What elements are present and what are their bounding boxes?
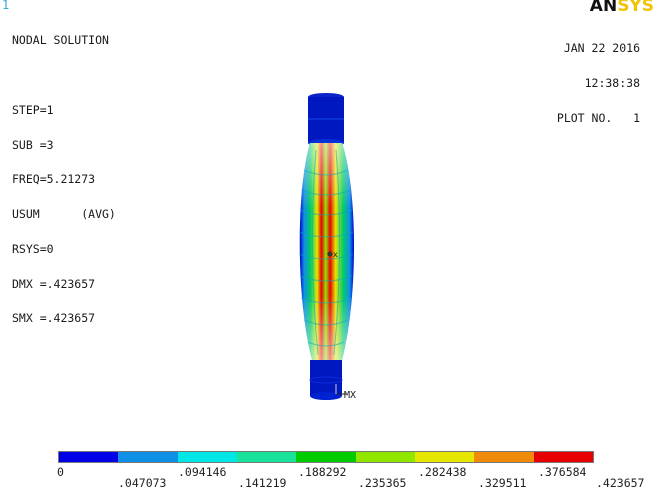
deformed-body: x [298, 143, 354, 360]
legend-tick: .282438 [418, 465, 467, 479]
legend-tick: 0 [57, 465, 64, 479]
legend-band-8 [474, 452, 534, 462]
fea-model-viewport[interactable]: x MX [0, 0, 658, 492]
legend-tick: .141219 [238, 476, 287, 490]
legend-tick: .047073 [118, 476, 167, 490]
legend-tick: .235365 [358, 476, 407, 490]
shaft-top-segment [308, 93, 344, 147]
legend-band-4 [236, 452, 297, 462]
legend-band-3 [177, 452, 237, 462]
legend-band-9 [533, 452, 593, 462]
legend-band-5 [296, 452, 356, 462]
legend-band-6 [355, 452, 415, 462]
legend-band-1 [59, 452, 119, 462]
legend-tick: .329511 [478, 476, 527, 490]
legend-band-7 [414, 452, 475, 462]
legend-tick: .423657 [596, 476, 645, 490]
legend-band-2 [118, 452, 178, 462]
max-marker: x [333, 250, 338, 259]
contour-legend-bar [58, 451, 594, 463]
legend-tick: .094146 [178, 465, 227, 479]
legend-tick: .376584 [538, 465, 587, 479]
triad-label: MX [344, 390, 356, 401]
legend-tick: .188292 [298, 465, 347, 479]
